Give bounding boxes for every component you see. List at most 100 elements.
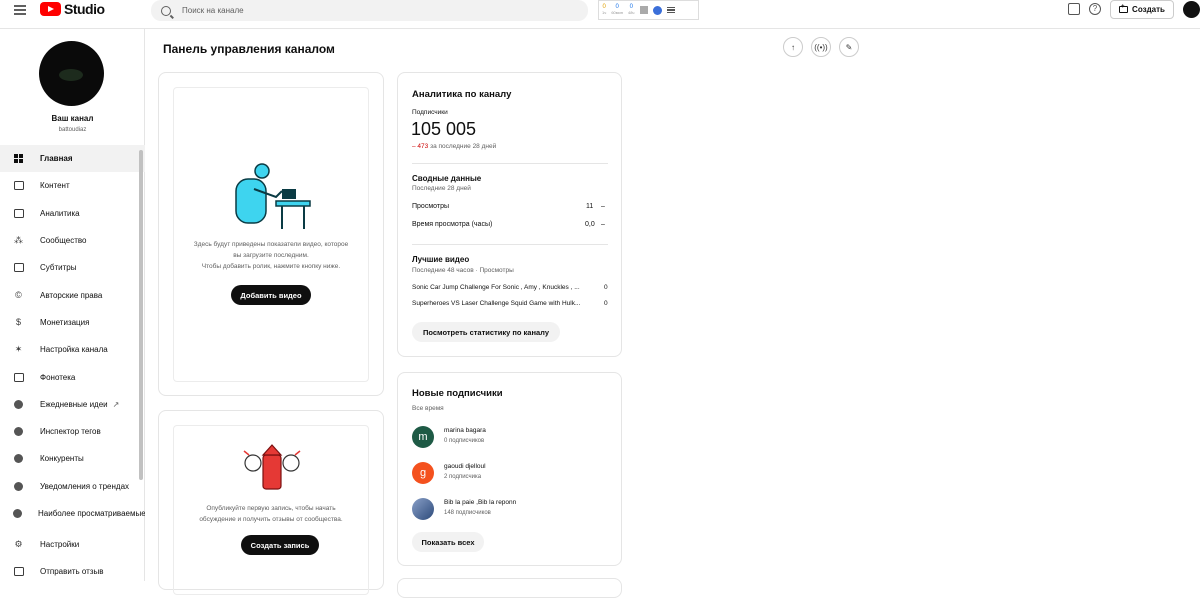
channel-analytics-card: Аналитика по каналу Подписчики 105 005 –… xyxy=(397,72,622,357)
upload-button[interactable]: ↑ xyxy=(783,37,803,57)
search-icon xyxy=(161,5,171,16)
sidebar-item-tag-inspector[interactable]: Инспектор тегов xyxy=(0,418,145,445)
sidebar-item-label: Авторские права xyxy=(40,290,103,300)
broadcast-icon: ((•)) xyxy=(814,42,828,52)
subscriber-count: 2 подписчика xyxy=(444,474,482,480)
subtitles-icon xyxy=(13,263,24,273)
views-value: 11 xyxy=(586,203,594,210)
subscriber-name[interactable]: marina bagara xyxy=(444,427,486,434)
sidebar-item-audio-library[interactable]: Фонотека xyxy=(0,363,145,390)
community-post-card: Опубликуйте первую запись, чтобы начать … xyxy=(158,410,384,595)
audio-library-icon xyxy=(13,372,24,382)
sidebar-item-subtitles[interactable]: Субтитры xyxy=(0,254,145,281)
dollar-icon: $ xyxy=(15,317,21,328)
watch-time-value: 0,0 xyxy=(585,221,595,228)
search-input[interactable]: Поиск на канале xyxy=(151,0,588,21)
subscribers-delta: – 473 за последние 28 дней xyxy=(412,143,497,150)
subscribers-label: Подписчики xyxy=(412,109,448,116)
subscribers-title: Новые подписчики xyxy=(412,388,503,399)
sidebar-item-label: Фонотека xyxy=(40,372,76,382)
logo-text: Studio xyxy=(64,1,105,17)
channel-handle: battoudiaz xyxy=(58,127,87,133)
chart-icon[interactable] xyxy=(639,6,648,14)
sidebar-item-customization[interactable]: ✶ Настройка канала xyxy=(0,336,145,363)
subscriber-avatar[interactable]: m xyxy=(412,426,434,448)
upload-illustration xyxy=(235,163,311,229)
upload-icon: ↑ xyxy=(791,42,795,52)
sidebar-scrollbar[interactable] xyxy=(139,150,143,480)
subscriber-count: 0 подписчиков xyxy=(444,438,485,444)
subscriber-name[interactable]: gaoudi djelloul xyxy=(444,463,486,470)
add-video-button[interactable]: Добавить видео xyxy=(231,285,311,305)
extension-stat: 0 48ч xyxy=(627,4,635,15)
extension-widget[interactable]: 0 1ч 0 60мин 0 48ч xyxy=(598,0,699,20)
sidebar-item-send-feedback[interactable]: Отправить отзыв xyxy=(0,558,145,585)
section-divider xyxy=(412,244,608,245)
view-channel-analytics-button[interactable]: Посмотреть статистику по каналу xyxy=(412,322,560,342)
sidebar-item-label: Конкуренты xyxy=(40,454,84,464)
dashboard-icon xyxy=(13,154,24,164)
top-video-title[interactable]: Sonic Car Jump Challenge For Sonic , Amy… xyxy=(412,284,600,291)
top-videos-period: Последние 48 часов · Просмотры xyxy=(412,267,514,274)
magic-wand-icon: ✶ xyxy=(14,344,23,355)
subscriber-avatar[interactable]: g xyxy=(412,462,434,484)
channel-avatar[interactable] xyxy=(39,41,104,106)
sidebar-item-copyright[interactable]: © Авторские права xyxy=(0,281,145,308)
sidebar-item-analytics[interactable]: Аналитика xyxy=(0,200,145,227)
extension-icon xyxy=(13,509,22,519)
menu-icon[interactable] xyxy=(14,5,26,15)
subscriber-name[interactable]: Bib la paie ,Bib la reponn xyxy=(444,499,516,506)
show-all-subscribers-button[interactable]: Показать всех xyxy=(412,532,484,552)
sidebar-item-label: Уведомления о трендах xyxy=(40,481,130,491)
create-video-icon xyxy=(1119,4,1129,13)
sidebar-item-settings[interactable]: ⚙ Настройки xyxy=(0,531,145,558)
extension-stat: 0 1ч xyxy=(602,4,607,15)
post-illustration xyxy=(243,444,301,490)
extension-icon xyxy=(13,427,24,437)
create-post-button[interactable]: ✎ xyxy=(839,37,859,57)
youtube-play-icon xyxy=(40,2,61,16)
sidebar-item-dashboard[interactable]: Главная xyxy=(0,145,145,173)
sidebar-item-label: Настройка канала xyxy=(40,345,108,355)
list-icon[interactable] xyxy=(666,7,675,13)
gear-icon: ⚙ xyxy=(14,539,23,550)
sidebar-nav: Главная Контент Аналитика ⁂ Сообщество С… xyxy=(0,145,145,527)
analytics-icon xyxy=(13,208,24,218)
views-label: Просмотры xyxy=(412,203,449,210)
sidebar-item-label: Настройки xyxy=(40,540,80,550)
top-video-views: 0 xyxy=(604,284,608,291)
sidebar-item-daily-ideas[interactable]: Ежедневные идеи ↗ xyxy=(0,391,145,418)
empty-state-box xyxy=(173,87,369,382)
sidebar-item-monetization[interactable]: $ Монетизация xyxy=(0,309,145,336)
create-label: Создать xyxy=(1132,5,1165,14)
go-live-button[interactable]: ((•)) xyxy=(811,37,831,57)
sidebar-item-trend-alerts[interactable]: Уведомления о трендах xyxy=(0,473,145,500)
sidebar-bottom: ⚙ Настройки Отправить отзыв xyxy=(0,531,145,586)
analytics-title: Аналитика по каналу xyxy=(412,89,512,100)
subscribers-period: Все время xyxy=(412,405,444,412)
extension-logo-icon[interactable] xyxy=(652,5,662,15)
sidebar-item-label: Аналитика xyxy=(40,208,80,218)
sidebar-item-label: Сообщество xyxy=(40,236,87,246)
watch-time-label: Время просмотра (часы) xyxy=(412,221,493,228)
create-post-button[interactable]: Создать запись xyxy=(241,535,319,555)
create-button[interactable]: Создать xyxy=(1110,0,1174,19)
youtube-studio-logo[interactable]: Studio xyxy=(40,1,105,17)
sidebar: Ваш канал battoudiaz Главная Контент Ана… xyxy=(0,29,145,581)
sidebar-item-label: Главная xyxy=(40,154,73,164)
empty-state-text: Опубликуйте первую запись, чтобы начать … xyxy=(199,505,343,523)
sidebar-item-competitors[interactable]: Конкуренты xyxy=(0,445,145,472)
empty-state-text: Здесь будут приведены показатели видео, … xyxy=(193,241,349,270)
account-avatar[interactable] xyxy=(1183,1,1200,18)
feedback-icon[interactable] xyxy=(1068,3,1080,15)
subscriber-avatar[interactable] xyxy=(412,498,434,520)
watch-time-trend: – xyxy=(601,221,605,228)
help-icon[interactable]: ? xyxy=(1089,3,1101,15)
sidebar-item-community[interactable]: ⁂ Сообщество xyxy=(0,227,145,254)
search-placeholder: Поиск на канале xyxy=(182,6,244,15)
sidebar-item-content[interactable]: Контент xyxy=(0,172,145,199)
sidebar-item-label: Субтитры xyxy=(40,263,77,273)
sidebar-item-most-viewed[interactable]: Наиболее просматриваемые xyxy=(0,500,145,527)
summary-title: Сводные данные xyxy=(412,174,482,183)
top-video-title[interactable]: Superheroes VS Laser Challenge Squid Gam… xyxy=(412,300,600,307)
